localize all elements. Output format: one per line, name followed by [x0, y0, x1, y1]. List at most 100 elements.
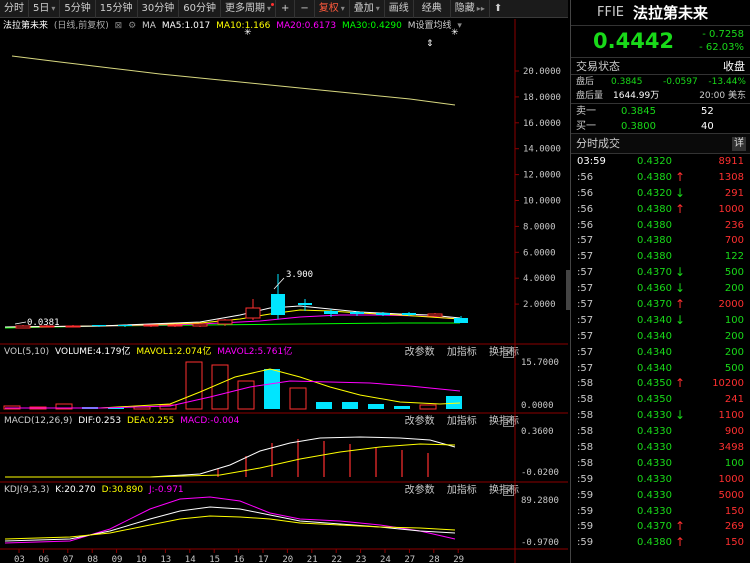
symbol-name: 法拉第未来 — [633, 4, 709, 22]
candle — [245, 307, 261, 319]
candle — [192, 323, 208, 327]
adjust-button[interactable]: 复权 ▾ — [315, 0, 350, 18]
tick-volume: 200 — [724, 346, 744, 358]
macd-axis-bottom: -0.0200 — [521, 468, 559, 478]
overlay-button[interactable]: 叠加 ▾ — [350, 0, 385, 18]
high-annotation-line — [273, 277, 285, 290]
tick-time: :58 — [577, 442, 594, 454]
draw-line-button[interactable]: 画线 — [385, 0, 414, 18]
chart-canvas: 20.0000 18.0000 16.0000 14.0000 12.0000 10.00… — [0, 19, 568, 563]
tick-time: :58 — [577, 378, 594, 390]
tab-intraday[interactable]: 分时 — [0, 0, 29, 18]
after-vol-label: 盘后量 — [576, 91, 604, 101]
tab-5day-label: 5日 — [33, 2, 50, 14]
tick-time: :58 — [577, 457, 594, 469]
tick-price: 0.4330 — [637, 410, 672, 422]
tick-volume: 1000 — [718, 203, 744, 215]
symbol-code: FFIE — [597, 5, 625, 20]
volume-bar — [446, 396, 462, 409]
tick-direction-icon: ↑ — [675, 376, 686, 391]
price-axis-label: 12.0000 — [523, 171, 561, 181]
tick-row: :57 0.4370 ↓ 500 — [571, 265, 750, 281]
date-axis-label: 27 — [404, 555, 415, 563]
tab-60min[interactable]: 60分钟 — [179, 0, 221, 18]
tick-time: :57 — [577, 346, 594, 358]
tick-row: :58 0.4350 ↑ 10200 — [571, 376, 750, 392]
kline-chart[interactable]: 法拉第未来 (日线,前复权) ⊠ ⚙ MA MA5:1.017 MA10:1.1… — [0, 19, 568, 563]
date-axis-label: 10 — [136, 555, 147, 563]
tick-volume: 150 — [724, 537, 744, 549]
tick-row: :56 0.4320 ↓ 291 — [571, 186, 750, 202]
ticks-detail-button[interactable]: 详 — [732, 137, 746, 151]
volume-bars — [3, 361, 462, 410]
tick-list[interactable]: 03:59 0.4320 8911:56 0.4380 ↑ 1308:56 0.4320 ↓ 2… — [571, 154, 750, 551]
volume-bar — [419, 404, 437, 410]
price-change: - 0.7258 — [702, 29, 744, 40]
volume-bar — [394, 406, 410, 409]
mavol1-line — [5, 368, 461, 409]
price-axis-label: 16.0000 — [523, 119, 561, 129]
sell1-qty: 52 — [701, 106, 714, 117]
ma-long-line — [11, 55, 456, 106]
tick-row: :58 0.4330 3498 — [571, 440, 750, 456]
tick-row: :59 0.4330 5000 — [571, 488, 750, 504]
date-axis-label: 29 — [453, 555, 464, 563]
price-axis-label: 4.0000 — [523, 274, 556, 284]
candle — [92, 325, 106, 326]
date-axis-label: 06 — [38, 555, 49, 563]
date-axis-label: 22 — [331, 555, 342, 563]
tick-price: 0.4380 — [637, 537, 672, 549]
buy1-price: 0.3800 — [621, 121, 656, 132]
mavol2-line — [5, 380, 461, 409]
tab-5min[interactable]: 5分钟 — [60, 0, 96, 18]
date-axis-label: 16 — [234, 555, 245, 563]
tick-row: :57 0.4360 ↓ 200 — [571, 281, 750, 297]
vol-axis-top: 15.7000 — [521, 358, 559, 368]
tab-15min[interactable]: 15分钟 — [96, 0, 138, 18]
tick-row: :57 0.4340 200 — [571, 345, 750, 361]
tick-direction-icon: ↓ — [675, 408, 686, 423]
sell1-label: 卖一 — [576, 106, 596, 117]
status-label: 交易状态 — [576, 60, 620, 73]
tick-volume: 100 — [724, 314, 744, 326]
low-annotation-line — [14, 321, 27, 325]
price-axis-label: 6.0000 — [523, 248, 556, 258]
classic-button[interactable]: 经典 — [414, 0, 451, 18]
tick-price: 0.4380 — [637, 235, 672, 247]
candle — [65, 325, 81, 328]
volume-bar — [211, 364, 229, 410]
zoom-out-button[interactable]: − — [295, 0, 315, 18]
tick-row: :57 0.4370 ↑ 2000 — [571, 297, 750, 313]
tick-price: 0.4370 — [637, 299, 672, 311]
tick-price: 0.4370 — [637, 267, 672, 279]
tick-row: :56 0.4380 236 — [571, 218, 750, 234]
tick-volume: 1308 — [718, 171, 744, 183]
adjust-label: 复权 — [318, 2, 339, 14]
high-annotation: 3.900 — [286, 270, 313, 280]
tab-5day[interactable]: 5日 ▾ — [29, 0, 61, 18]
tick-volume: 122 — [724, 251, 744, 263]
tick-volume: 700 — [724, 235, 744, 247]
candle — [427, 313, 443, 317]
more-periods-button[interactable]: 更多周期 ▾ — [221, 0, 276, 18]
tick-volume: 236 — [724, 219, 744, 231]
vol-axis-bottom: 0.0000 — [521, 401, 554, 411]
zoom-in-button[interactable]: + — [276, 0, 296, 18]
tick-volume: 200 — [724, 330, 744, 342]
hide-button[interactable]: 隐藏 ▸▸ — [451, 0, 490, 18]
tick-volume: 2000 — [718, 299, 744, 311]
sell1-price: 0.3845 — [621, 106, 656, 117]
tick-row: :58 0.4350 241 — [571, 392, 750, 408]
tab-30min[interactable]: 30分钟 — [138, 0, 180, 18]
pin-icon[interactable]: ⬆ — [490, 0, 506, 18]
tick-price: 0.4380 — [637, 219, 672, 231]
event-marker-icon: ✳ — [244, 28, 252, 38]
date-axis-label: 09 — [112, 555, 123, 563]
last-price: 0.4442 — [593, 29, 675, 53]
tick-volume: 900 — [724, 426, 744, 438]
tick-price: 0.4330 — [637, 473, 672, 485]
chevron-down-icon: ▾ — [266, 3, 271, 13]
tick-time: :57 — [577, 283, 594, 295]
chevron-down-icon: ▾ — [375, 3, 380, 13]
tick-price: 0.4330 — [637, 442, 672, 454]
